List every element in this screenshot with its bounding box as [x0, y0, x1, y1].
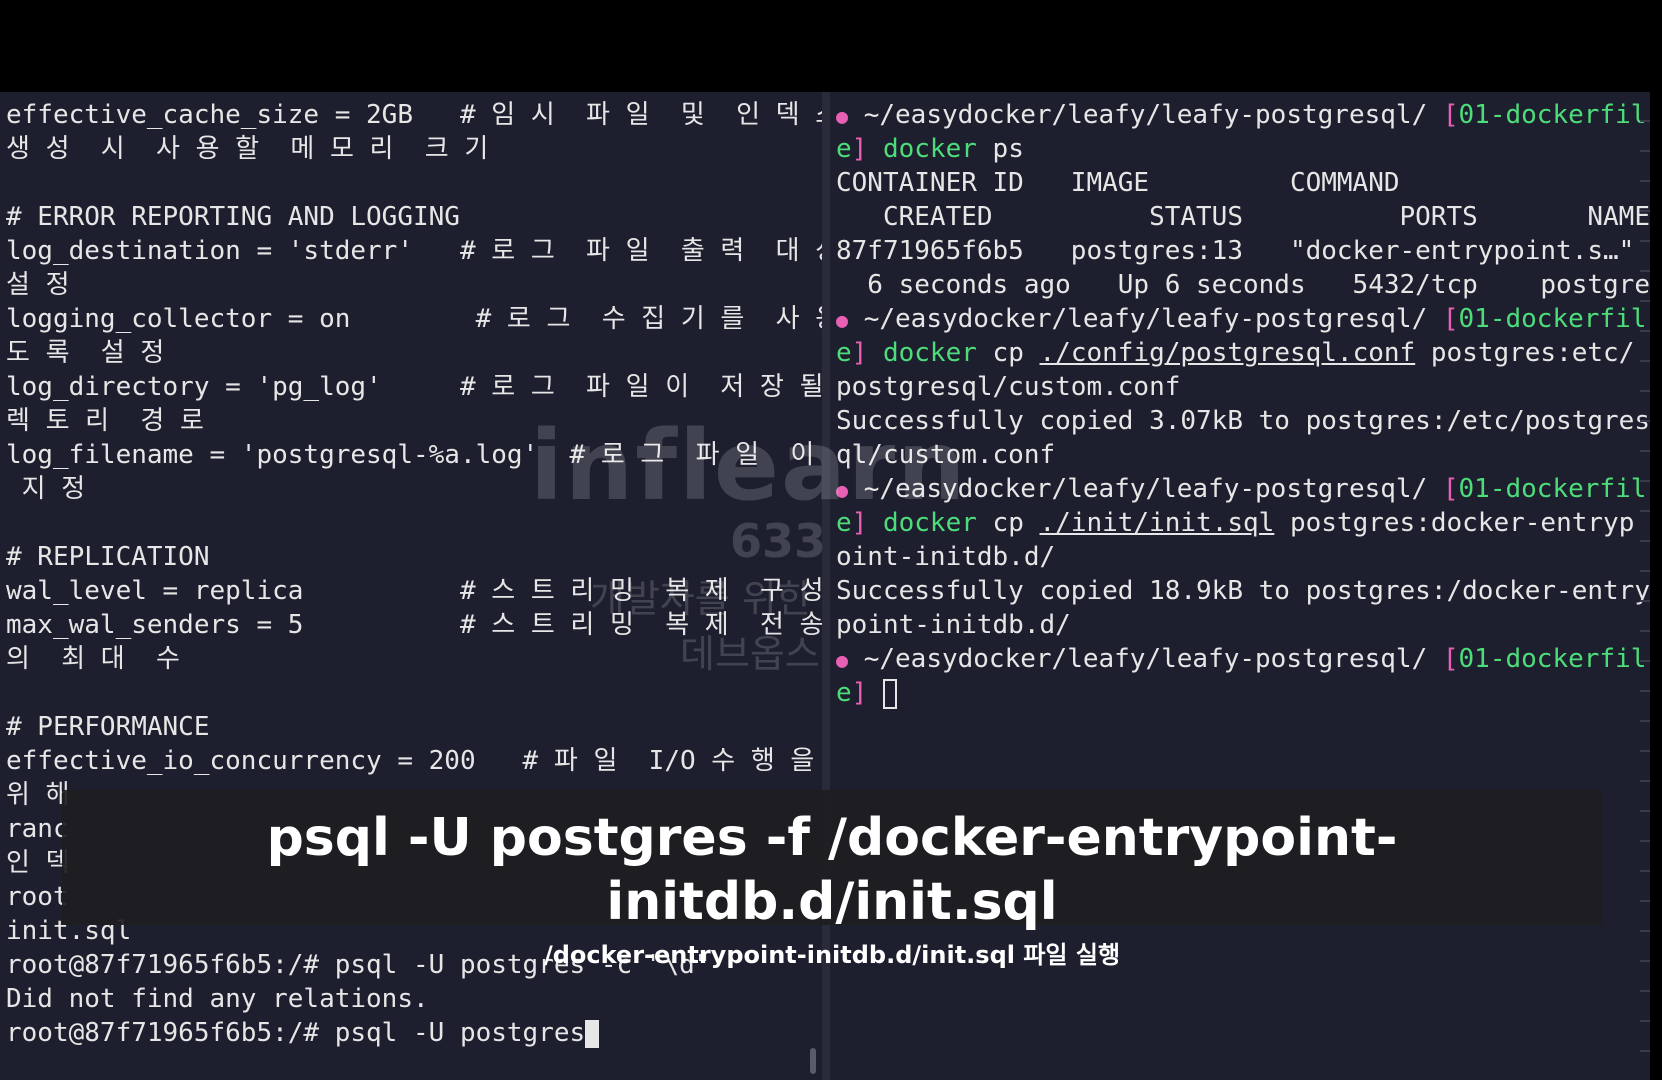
- terminal-line: 설 정: [6, 270, 70, 300]
- apple-icon: ●: [836, 308, 849, 332]
- prompt-line: ● ~/easydocker/leafy/leafy-postgresql/ […: [836, 302, 1650, 336]
- prompt-path: ~/easydocker/leafy/leafy-postgresql/: [848, 100, 1443, 130]
- branch-name: 01-dockerfil: [1458, 100, 1647, 130]
- output-line: CREATED STATUS PORTS NAMES: [836, 202, 1650, 232]
- terminal-line: effective_cache_size = 2GB # 임 시 파 일 및 인…: [6, 100, 822, 130]
- output-line: 6 seconds ago Up 6 seconds 5432/tcp post…: [836, 270, 1650, 300]
- prompt-path: ~/easydocker/leafy/leafy-postgresql/: [848, 474, 1443, 504]
- command-args: cp: [976, 508, 1040, 538]
- terminal-line: log_filename = 'postgresql-%a.log' # 로 그…: [6, 440, 822, 470]
- branch-bracket: ]: [851, 508, 883, 538]
- terminal-prompt-line[interactable]: root@87f71965f6b5:/# psql -U postgres: [6, 1016, 822, 1050]
- right-scroll-track[interactable]: [1640, 92, 1650, 1080]
- caption-main: psql -U postgres -f /docker-entrypoint-i…: [266, 808, 1398, 932]
- output-line: postgresql/custom.conf: [836, 372, 1181, 402]
- right-terminal-output: ● ~/easydocker/leafy/leafy-postgresql/ […: [836, 98, 1650, 710]
- branch-bracket: ]: [851, 134, 883, 164]
- terminal-line: 렉 토 리 경 로: [6, 406, 204, 436]
- prompt-line-cont: e] docker ps: [836, 132, 1650, 166]
- command: docker: [882, 508, 977, 538]
- output-line: ql/custom.conf: [836, 440, 1056, 470]
- prompt-line: ● ~/easydocker/leafy/leafy-postgresql/ […: [836, 98, 1650, 132]
- terminal-line: 도 록 설 정: [6, 338, 165, 368]
- caption-overlay: psql -U postgres -f /docker-entrypoint-i…: [62, 790, 1602, 969]
- terminal-line: 의 최 대 수: [6, 644, 180, 674]
- terminal-line: # PERFORMANCE: [6, 712, 210, 742]
- branch-bracket: [: [1442, 474, 1459, 504]
- terminal-cursor: [585, 1019, 600, 1048]
- branch-name-cont: e: [836, 508, 852, 538]
- terminal-line: Did not find any relations.: [6, 984, 429, 1014]
- terminal-line: wal_level = replica # 스 트 리 밍 복 제 구 성: [6, 576, 822, 606]
- prompt-line: ● ~/easydocker/leafy/leafy-postgresql/ […: [836, 642, 1650, 676]
- command-args: ps: [976, 134, 1024, 164]
- branch-name: 01-dockerfil: [1458, 644, 1647, 674]
- branch-bracket: ]: [851, 678, 883, 708]
- branch-bracket: [: [1442, 644, 1459, 674]
- command: docker: [882, 134, 977, 164]
- terminal-cursor: [882, 678, 897, 709]
- terminal-input-text[interactable]: root@87f71965f6b5:/# psql -U postgres: [6, 1018, 585, 1048]
- output-line: point-initdb.d/: [836, 610, 1071, 640]
- file-path-link[interactable]: ./init/init.sql: [1040, 508, 1275, 538]
- command-args: postgres:etc/: [1415, 338, 1635, 368]
- branch-name-cont: e: [836, 678, 852, 708]
- branch-bracket: [: [1442, 100, 1459, 130]
- output-line: CONTAINER ID IMAGE COMMAND: [836, 168, 1400, 198]
- apple-icon: ●: [836, 478, 849, 502]
- prompt-input-line[interactable]: e]: [836, 676, 1650, 710]
- terminal-line: logging_collector = on # 로 그 수 집 기 를 사 용…: [6, 304, 822, 334]
- left-scrollbar[interactable]: [810, 1048, 816, 1074]
- branch-name-cont: e: [836, 338, 852, 368]
- apple-icon: ●: [836, 648, 849, 672]
- apple-icon: ●: [836, 104, 849, 128]
- terminal-line: log_destination = 'stderr' # 로 그 파 일 출 력…: [6, 236, 822, 266]
- caption-sub: /docker-entrypoint-initdb.d/init.sql 파일 …: [543, 941, 1121, 969]
- prompt-line: ● ~/easydocker/leafy/leafy-postgresql/ […: [836, 472, 1650, 506]
- output-line: Successfully copied 3.07kB to postgres:/…: [836, 406, 1650, 436]
- prompt-line-cont: e] docker cp ./config/postgresql.conf po…: [836, 336, 1650, 370]
- branch-name: 01-dockerfil: [1458, 304, 1647, 334]
- prompt-line-cont: e] docker cp ./init/init.sql postgres:do…: [836, 506, 1650, 540]
- branch-name-cont: e: [836, 134, 852, 164]
- terminal-line: effective_io_concurrency = 200 # 파 일 I/O…: [6, 746, 815, 776]
- file-path-link[interactable]: ./config/postgresql.conf: [1040, 338, 1416, 368]
- command-args: cp: [976, 338, 1040, 368]
- top-black-bar: [0, 0, 1662, 92]
- terminal-line: # REPLICATION: [6, 542, 210, 572]
- output-line: 87f71965f6b5 postgres:13 "docker-entrypo…: [836, 236, 1635, 266]
- terminal-line: max_wal_senders = 5 # 스 트 리 밍 복 제 전 송 자: [6, 610, 822, 640]
- branch-bracket: ]: [851, 338, 883, 368]
- prompt-path: ~/easydocker/leafy/leafy-postgresql/: [848, 644, 1443, 674]
- command: docker: [882, 338, 977, 368]
- prompt-path: ~/easydocker/leafy/leafy-postgresql/: [848, 304, 1443, 334]
- branch-bracket: [: [1442, 304, 1459, 334]
- terminal-line: 지 정: [6, 474, 86, 504]
- terminal-line: log_directory = 'pg_log' # 로 그 파 일 이 저 장…: [6, 372, 822, 402]
- output-line: oint-initdb.d/: [836, 542, 1056, 572]
- terminal-line: # ERROR REPORTING AND LOGGING: [6, 202, 460, 232]
- output-line: Successfully copied 18.9kB to postgres:/…: [836, 576, 1650, 606]
- branch-name: 01-dockerfil: [1458, 474, 1647, 504]
- command-args: postgres:docker-entryp: [1274, 508, 1635, 538]
- terminal-line: 생 성 시 사 용 할 메 모 리 크 기: [6, 134, 489, 164]
